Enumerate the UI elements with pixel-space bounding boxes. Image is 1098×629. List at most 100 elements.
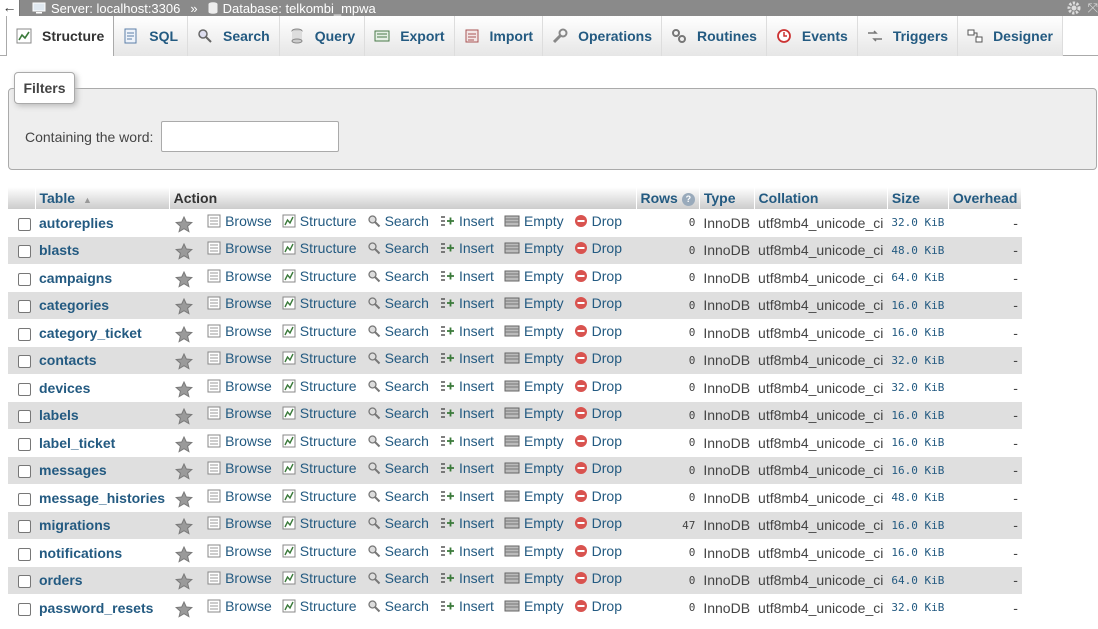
favorite-star-icon[interactable] xyxy=(175,215,194,233)
row-drop-action[interactable]: Drop xyxy=(574,350,622,366)
row-browse-action[interactable]: Browse xyxy=(207,240,272,256)
tab-events[interactable]: Events xyxy=(766,16,858,56)
row-structure-action[interactable]: Structure xyxy=(282,488,357,504)
row-size[interactable]: 48.0 KiB xyxy=(887,484,949,512)
favorite-star-icon[interactable] xyxy=(175,242,194,260)
table-name-link[interactable]: labels xyxy=(39,407,79,423)
favorite-star-icon[interactable] xyxy=(175,462,194,480)
row-drop-action[interactable]: Drop xyxy=(574,570,622,586)
row-size[interactable]: 16.0 KiB xyxy=(887,456,949,484)
row-structure-action[interactable]: Structure xyxy=(282,460,357,476)
table-name-link[interactable]: contacts xyxy=(39,352,97,368)
row-insert-action[interactable]: Insert xyxy=(439,213,494,229)
row-checkbox[interactable] xyxy=(18,575,31,589)
tab-export[interactable]: Export xyxy=(365,16,455,56)
row-size[interactable]: 32.0 KiB xyxy=(887,374,949,402)
row-insert-action[interactable]: Insert xyxy=(439,543,494,559)
row-structure-action[interactable]: Structure xyxy=(282,598,357,614)
row-browse-action[interactable]: Browse xyxy=(207,378,272,394)
row-browse-action[interactable]: Browse xyxy=(207,213,272,229)
row-search-action[interactable]: Search xyxy=(367,570,429,586)
row-insert-action[interactable]: Insert xyxy=(439,515,494,531)
row-checkbox[interactable] xyxy=(18,410,31,424)
tab-triggers[interactable]: Triggers xyxy=(857,16,959,56)
row-checkbox[interactable] xyxy=(18,272,31,286)
table-name-link[interactable]: devices xyxy=(39,380,90,396)
row-size[interactable]: 16.0 KiB xyxy=(887,511,949,539)
back-arrow-icon[interactable]: ← xyxy=(0,0,20,16)
favorite-star-icon[interactable] xyxy=(175,600,194,618)
row-size[interactable]: 48.0 KiB xyxy=(887,236,949,264)
row-browse-action[interactable]: Browse xyxy=(207,515,272,531)
table-name-link[interactable]: campaigns xyxy=(39,270,112,286)
row-structure-action[interactable]: Structure xyxy=(282,213,357,229)
header-overhead[interactable]: Overhead xyxy=(948,187,1023,209)
row-insert-action[interactable]: Insert xyxy=(439,240,494,256)
header-type[interactable]: Type xyxy=(699,187,755,209)
row-search-action[interactable]: Search xyxy=(367,515,429,531)
row-insert-action[interactable]: Insert xyxy=(439,433,494,449)
row-drop-action[interactable]: Drop xyxy=(574,295,622,311)
table-name-link[interactable]: message_histories xyxy=(39,490,165,506)
tab-routines[interactable]: Routines xyxy=(662,16,767,56)
table-name-link[interactable]: autoreplies xyxy=(39,215,114,231)
row-insert-action[interactable]: Insert xyxy=(439,405,494,421)
header-size[interactable]: Size xyxy=(887,187,949,209)
row-search-action[interactable]: Search xyxy=(367,240,429,256)
row-browse-action[interactable]: Browse xyxy=(207,323,272,339)
row-empty-action[interactable]: Empty xyxy=(504,598,564,614)
row-drop-action[interactable]: Drop xyxy=(574,488,622,504)
row-size[interactable]: 16.0 KiB xyxy=(887,429,949,457)
table-name-link[interactable]: blasts xyxy=(39,242,79,258)
table-name-link[interactable]: category_ticket xyxy=(39,325,142,341)
row-browse-action[interactable]: Browse xyxy=(207,543,272,559)
row-structure-action[interactable]: Structure xyxy=(282,433,357,449)
row-search-action[interactable]: Search xyxy=(367,598,429,614)
favorite-star-icon[interactable] xyxy=(175,572,194,590)
row-search-action[interactable]: Search xyxy=(367,543,429,559)
row-structure-action[interactable]: Structure xyxy=(282,570,357,586)
tab-structure[interactable]: Structure xyxy=(6,16,115,56)
table-name-link[interactable]: categories xyxy=(39,297,109,313)
row-empty-action[interactable]: Empty xyxy=(504,213,564,229)
row-insert-action[interactable]: Insert xyxy=(439,323,494,339)
row-search-action[interactable]: Search xyxy=(367,405,429,421)
row-browse-action[interactable]: Browse xyxy=(207,598,272,614)
help-icon[interactable]: ? xyxy=(681,192,695,206)
row-search-action[interactable]: Search xyxy=(367,323,429,339)
row-insert-action[interactable]: Insert xyxy=(439,570,494,586)
row-drop-action[interactable]: Drop xyxy=(574,405,622,421)
tab-search[interactable]: Search xyxy=(188,16,280,56)
row-browse-action[interactable]: Browse xyxy=(207,295,272,311)
row-empty-action[interactable]: Empty xyxy=(504,323,564,339)
row-checkbox[interactable] xyxy=(18,355,31,369)
row-structure-action[interactable]: Structure xyxy=(282,543,357,559)
row-empty-action[interactable]: Empty xyxy=(504,378,564,394)
tab-sql[interactable]: SQL xyxy=(114,16,189,56)
row-drop-action[interactable]: Drop xyxy=(574,433,622,449)
table-name-link[interactable]: orders xyxy=(39,572,83,588)
row-insert-action[interactable]: Insert xyxy=(439,295,494,311)
row-structure-action[interactable]: Structure xyxy=(282,515,357,531)
favorite-star-icon[interactable] xyxy=(175,352,194,370)
row-empty-action[interactable]: Empty xyxy=(504,405,564,421)
row-checkbox[interactable] xyxy=(18,245,31,259)
row-search-action[interactable]: Search xyxy=(367,268,429,284)
row-insert-action[interactable]: Insert xyxy=(439,460,494,476)
favorite-star-icon[interactable] xyxy=(175,297,194,315)
row-search-action[interactable]: Search xyxy=(367,295,429,311)
row-drop-action[interactable]: Drop xyxy=(574,323,622,339)
row-search-action[interactable]: Search xyxy=(367,460,429,476)
row-search-action[interactable]: Search xyxy=(367,488,429,504)
row-browse-action[interactable]: Browse xyxy=(207,460,272,476)
row-checkbox[interactable] xyxy=(18,547,31,561)
row-empty-action[interactable]: Empty xyxy=(504,268,564,284)
tab-operations[interactable]: Operations xyxy=(543,16,662,56)
row-insert-action[interactable]: Insert xyxy=(439,268,494,284)
row-browse-action[interactable]: Browse xyxy=(207,268,272,284)
row-structure-action[interactable]: Structure xyxy=(282,378,357,394)
table-name-link[interactable]: password_resets xyxy=(39,600,153,616)
row-drop-action[interactable]: Drop xyxy=(574,543,622,559)
row-checkbox[interactable] xyxy=(18,382,31,396)
favorite-star-icon[interactable] xyxy=(175,545,194,563)
